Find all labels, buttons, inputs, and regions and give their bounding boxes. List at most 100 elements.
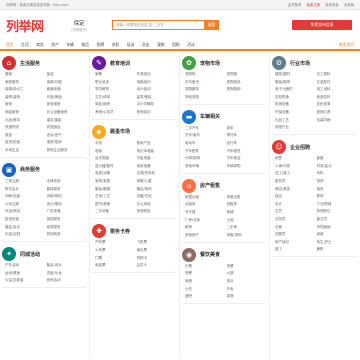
category-link[interactable]: 宠物服务 [185, 87, 225, 92]
category-link[interactable]: 服装/鞋帽 [95, 187, 135, 192]
category-link[interactable]: 讲座/沙龙 [47, 271, 87, 276]
category-link[interactable]: 宠物猫 [227, 72, 267, 77]
category-link[interactable]: 二手房 [227, 225, 267, 230]
category-link[interactable]: 货车/客车 [185, 133, 225, 138]
mobile-link[interactable]: 手机版 [344, 3, 354, 7]
search-input[interactable]: 请输入你要找的信息,如:二手车 [112, 20, 204, 30]
category-link[interactable]: 火车票 [95, 248, 135, 253]
category-link[interactable]: 新车 [227, 126, 267, 131]
section-title[interactable]: 房产租售 [200, 182, 220, 189]
category-link[interactable]: 投资/担保 [5, 140, 45, 145]
section-header[interactable]: ⌂ 生活服务 [2, 54, 86, 72]
city-selector[interactable]: 保定 [切换城市] [72, 19, 87, 32]
category-link[interactable]: 短租房 [227, 202, 267, 207]
search-button[interactable]: 搜索 [204, 20, 219, 30]
category-link[interactable]: 电脑培训 [137, 80, 177, 85]
category-link[interactable]: 公益/志愿者 [5, 278, 45, 283]
category-link[interactable]: 宠物狗 [185, 72, 225, 77]
category-link[interactable]: 汽车美容 [227, 156, 267, 161]
category-link[interactable]: 礼品工艺 [275, 118, 315, 123]
category-link[interactable]: 车辆求购 [227, 164, 267, 169]
category-link[interactable]: 营业员 [317, 217, 357, 222]
category-link[interactable]: 美容/美发 [275, 187, 315, 192]
site-logo[interactable]: 列举网 [6, 16, 44, 35]
category-link[interactable]: 服务员 [275, 179, 315, 184]
category-link[interactable]: 快餐 [185, 271, 225, 276]
section-header[interactable]: ▣ 商务服务 [2, 161, 86, 179]
category-link[interactable]: 人事/行政 [275, 164, 315, 169]
category-link[interactable]: 写字楼 [185, 210, 225, 215]
section-title[interactable]: 生活服务 [20, 60, 40, 67]
category-link[interactable]: 合租房 [185, 202, 225, 207]
section-title[interactable]: 跳蚤市场 [110, 128, 130, 135]
nav-item[interactable]: 房产 [51, 42, 59, 48]
category-link[interactable]: 汽车配件 [185, 149, 225, 154]
category-link[interactable]: 火锅 [227, 271, 267, 276]
category-link[interactable]: 客服 [317, 156, 357, 161]
category-link[interactable]: 公司注册 [5, 202, 45, 207]
category-link[interactable]: 保洁 [275, 194, 315, 199]
category-link[interactable]: 数码产品 [137, 141, 177, 146]
category-link[interactable]: 文员 [275, 209, 315, 214]
section-title[interactable]: 商务服务 [20, 166, 40, 173]
category-link[interactable]: 小吃 [185, 287, 225, 292]
category-link[interactable]: 电动车 [185, 141, 225, 146]
category-link[interactable]: 学历教育 [95, 87, 135, 92]
category-link[interactable]: 家政 [317, 232, 357, 237]
category-link[interactable]: 礼品/定制 [5, 232, 45, 237]
category-link[interactable]: 保姆/钟点工 [5, 87, 45, 92]
category-link[interactable]: 食品饮料 [317, 95, 357, 100]
category-link[interactable]: 旅游 [5, 133, 45, 138]
section-title[interactable]: 餐饮美食 [200, 251, 220, 258]
category-link[interactable]: 考研/公务员 [95, 110, 135, 115]
category-link[interactable]: 酒吧 [185, 294, 225, 299]
category-link[interactable]: 保险服务 [47, 217, 87, 222]
category-link[interactable]: 办公用品 [137, 202, 177, 207]
category-link[interactable]: 其他活动 [47, 278, 87, 283]
category-link[interactable]: 土地 [227, 218, 267, 223]
category-link[interactable]: 市场营销 [317, 225, 357, 230]
category-link[interactable]: 艺术/工艺 [95, 194, 135, 199]
category-link[interactable]: 货运/物流 [5, 209, 45, 214]
city-switch-link[interactable]: [切换城市] [72, 27, 87, 32]
category-link[interactable]: 宾馆酒店 [47, 125, 87, 130]
category-link[interactable]: 摩托车 [227, 133, 267, 138]
category-link[interactable]: 纺织皮革 [317, 102, 357, 107]
category-link[interactable]: 广告传媒 [47, 209, 87, 214]
category-link[interactable]: 家电维修 [47, 102, 87, 107]
section-title[interactable]: 车辆相关 [200, 113, 220, 120]
section-title[interactable]: 行业市场 [290, 60, 310, 67]
category-link[interactable]: 电脑 [95, 149, 135, 154]
nav-item[interactable]: 宠物 [157, 42, 165, 48]
category-link[interactable]: 本地生活 [5, 148, 45, 153]
login-link[interactable]: 会员登录 [288, 3, 302, 7]
category-link[interactable]: 外语培训 [137, 72, 177, 77]
category-link[interactable]: 汽车租赁 [227, 149, 267, 154]
nav-item[interactable]: 生活 [21, 42, 29, 48]
category-link[interactable]: 投资担保 [5, 217, 45, 222]
category-link[interactable]: 厨师 [317, 179, 357, 184]
category-link[interactable]: 其他职位 [317, 209, 357, 214]
category-link[interactable]: 业务员 [275, 217, 315, 222]
section-header[interactable]: ✦ 同城活动 [2, 245, 86, 263]
category-link[interactable]: 家教 [95, 72, 135, 77]
post-link[interactable]: 发布信息 [325, 3, 339, 7]
category-link[interactable]: 其他生活服务 [47, 148, 87, 153]
category-link[interactable]: 其他房产 [185, 233, 225, 238]
category-link[interactable]: 职业培训 [95, 80, 135, 85]
section-title[interactable]: 宠物市场 [200, 60, 220, 67]
category-link[interactable]: 中餐 [185, 264, 225, 269]
nav-item[interactable]: 活动 [187, 42, 195, 48]
category-link[interactable]: 电子元器件 [275, 87, 315, 92]
category-link[interactable]: 送餐员 [275, 232, 315, 237]
category-link[interactable]: 财务/会计 [317, 164, 357, 169]
category-link[interactable]: 留学/移民 [137, 95, 177, 100]
category-link[interactable]: 二手设备 [95, 209, 135, 214]
category-link[interactable]: 其他培训 [137, 110, 177, 115]
nav-item[interactable]: 求职 [112, 42, 120, 48]
category-link[interactable]: 户外活动 [5, 263, 45, 268]
category-link[interactable]: 门票 [95, 256, 135, 261]
category-link[interactable]: 新房 [185, 225, 225, 230]
category-link[interactable]: 家具/家居 [95, 179, 135, 184]
category-link[interactable]: 台式电脑 [95, 156, 135, 161]
